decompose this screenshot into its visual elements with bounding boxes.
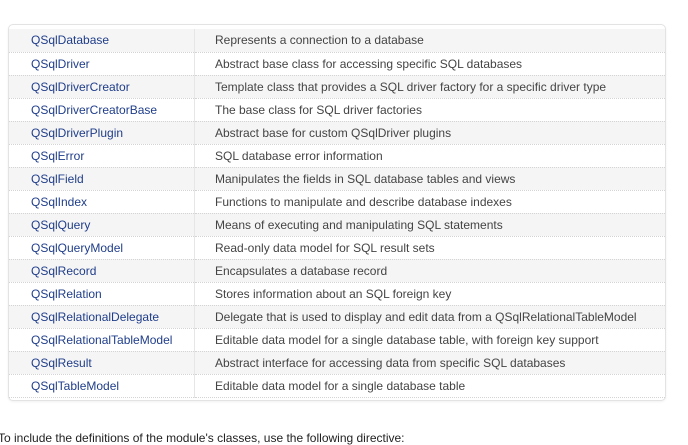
class-description: Delegate that is used to display and edi…	[194, 305, 665, 329]
table-row: QSqlRelationalTableModel Editable data mo…	[9, 328, 665, 352]
class-link[interactable]: QSqlRecord	[31, 264, 96, 278]
class-link[interactable]: QSqlDatabase	[31, 33, 109, 47]
class-description: Abstract base class for accessing specif…	[194, 52, 665, 76]
class-name-cell: QSqlDatabase	[9, 29, 195, 53]
class-description: Template class that provides a SQL drive…	[194, 75, 665, 99]
class-link[interactable]: QSqlDriverCreator	[31, 80, 130, 94]
class-name-cell: QSqlRecord	[9, 259, 195, 283]
table-row: QSqlDatabase Represents a connection to a…	[9, 29, 665, 53]
class-link[interactable]: QSqlIndex	[31, 195, 87, 209]
class-description: Manipulates the fields in SQL database t…	[194, 167, 665, 191]
class-link[interactable]: QSqlField	[31, 172, 84, 186]
class-table-container: QSqlDatabase Represents a connection to a…	[8, 24, 666, 401]
table-row: QSqlIndex Functions to manipulate and des…	[9, 190, 665, 214]
class-name-cell: QSqlRelation	[9, 282, 195, 306]
table-row: QSqlError SQL database error information	[9, 144, 665, 168]
table-row: QSqlDriverPlugin Abstract base for custom…	[9, 121, 665, 145]
class-name-cell: QSqlResult	[9, 351, 195, 375]
table-row: QSqlDriverCreatorBase The base class for …	[9, 98, 665, 122]
class-description: Editable data model for a single databas…	[194, 374, 665, 398]
class-description: Encapsulates a database record	[194, 259, 665, 283]
class-link[interactable]: QSqlDriverPlugin	[31, 126, 123, 140]
table-row: QSqlQuery Means of executing and manipula…	[9, 213, 665, 237]
table-row: QSqlQueryModel Read-only data model for S…	[9, 236, 665, 260]
class-name-cell: QSqlDriver	[9, 52, 195, 76]
class-name-cell: QSqlTableModel	[9, 374, 195, 398]
class-name-cell: QSqlDriverPlugin	[9, 121, 195, 145]
table-row: QSqlRecord Encapsulates a database record	[9, 259, 665, 283]
table-row: QSqlResult Abstract interface for accessi…	[9, 351, 665, 375]
class-description: Read-only data model for SQL result sets	[194, 236, 665, 260]
class-link[interactable]: QSqlError	[31, 149, 84, 163]
table-row: QSqlRelationalDelegate Delegate that is u…	[9, 305, 665, 329]
class-name-cell: QSqlRelationalDelegate	[9, 305, 195, 329]
class-description: The base class for SQL driver factories	[194, 98, 665, 122]
class-description: Abstract interface for accessing data fr…	[194, 351, 665, 375]
class-link[interactable]: QSqlResult	[31, 356, 92, 370]
class-link[interactable]: QSqlRelation	[31, 287, 102, 301]
class-description: Means of executing and manipulating SQL …	[194, 213, 665, 237]
class-description: SQL database error information	[194, 144, 665, 168]
table-row: QSqlField Manipulates the fields in SQL d…	[9, 167, 665, 191]
table-row: QSqlTableModel Editable data model for a …	[9, 374, 665, 398]
class-name-cell: QSqlQuery	[9, 213, 195, 237]
class-description: Represents a connection to a database	[194, 29, 665, 53]
class-name-cell: QSqlField	[9, 167, 195, 191]
class-link[interactable]: QSqlDriver	[31, 57, 90, 71]
class-name-cell: QSqlDriverCreator	[9, 75, 195, 99]
class-link[interactable]: QSqlRelationalTableModel	[31, 333, 172, 347]
class-link[interactable]: QSqlQueryModel	[31, 241, 123, 255]
class-link[interactable]: QSqlQuery	[31, 218, 90, 232]
table-row: QSqlDriver Abstract base class for access…	[9, 52, 665, 76]
class-table: QSqlDatabase Represents a connection to a…	[9, 29, 665, 398]
table-row: QSqlDriverCreator Template class that pro…	[9, 75, 665, 99]
class-description: Stores information about an SQL foreign …	[194, 282, 665, 306]
class-name-cell: QSqlError	[9, 144, 195, 168]
class-name-cell: QSqlDriverCreatorBase	[9, 98, 195, 122]
class-name-cell: QSqlIndex	[9, 190, 195, 214]
class-link[interactable]: QSqlDriverCreatorBase	[31, 103, 157, 117]
class-description: Editable data model for a single databas…	[194, 328, 665, 352]
class-table-body: QSqlDatabase Represents a connection to a…	[9, 29, 665, 398]
class-link[interactable]: QSqlRelationalDelegate	[31, 310, 159, 324]
class-description: Functions to manipulate and describe dat…	[194, 190, 665, 214]
include-directive-text: To include the definitions of the module…	[0, 431, 405, 445]
class-description: Abstract base for custom QSqlDriver plug…	[194, 121, 665, 145]
class-link[interactable]: QSqlTableModel	[31, 379, 119, 393]
class-name-cell: QSqlQueryModel	[9, 236, 195, 260]
class-name-cell: QSqlRelationalTableModel	[9, 328, 195, 352]
table-row: QSqlRelation Stores information about an …	[9, 282, 665, 306]
